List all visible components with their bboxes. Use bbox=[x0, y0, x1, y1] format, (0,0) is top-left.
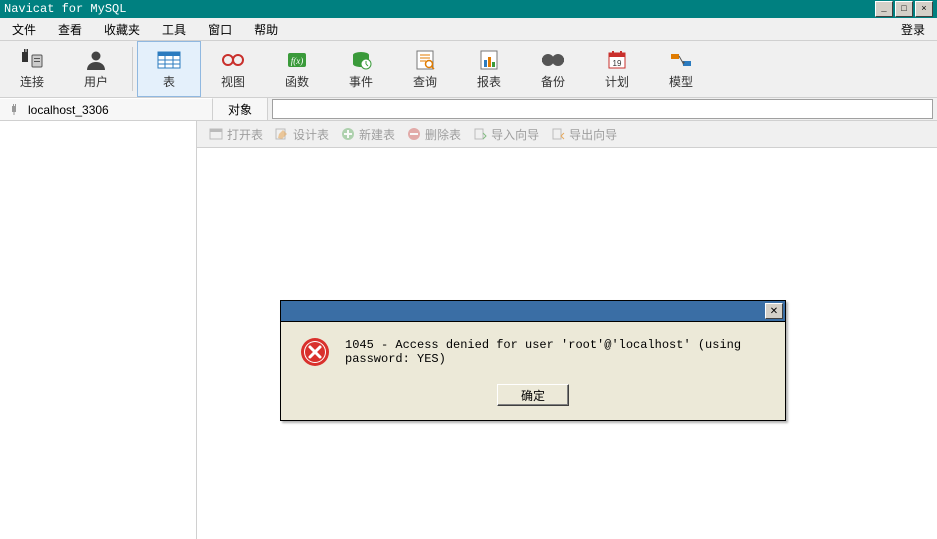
table-icon bbox=[155, 49, 183, 71]
tab-strip: localhost_3306 对象 bbox=[0, 98, 937, 121]
export-icon bbox=[551, 127, 565, 141]
maximize-button[interactable]: □ bbox=[895, 1, 913, 17]
new-table-button[interactable]: 新建表 bbox=[337, 124, 399, 145]
address-input[interactable] bbox=[272, 99, 933, 119]
design-icon bbox=[275, 127, 289, 141]
tool-table[interactable]: 表 bbox=[137, 41, 201, 97]
menu-tools[interactable]: 工具 bbox=[154, 19, 194, 40]
tool-backup[interactable]: 备份 bbox=[521, 41, 585, 97]
tool-backup-label: 备份 bbox=[541, 73, 565, 90]
tool-view[interactable]: 视图 bbox=[201, 41, 265, 97]
tool-table-label: 表 bbox=[163, 73, 175, 90]
svg-text:19: 19 bbox=[613, 59, 622, 68]
plug-icon bbox=[18, 49, 46, 71]
object-tab[interactable]: 对象 bbox=[213, 98, 268, 120]
tool-query-label: 查询 bbox=[413, 73, 437, 90]
dialog-close-button[interactable]: ✕ bbox=[765, 303, 783, 319]
svg-text:f(x): f(x) bbox=[291, 56, 304, 66]
open-icon bbox=[209, 127, 223, 141]
tool-function-label: 函数 bbox=[285, 73, 309, 90]
minimize-button[interactable]: _ bbox=[875, 1, 893, 17]
tool-event-label: 事件 bbox=[349, 73, 373, 90]
import-wizard-button[interactable]: 导入向导 bbox=[469, 124, 543, 145]
address-area bbox=[268, 98, 937, 120]
tool-report[interactable]: 报表 bbox=[457, 41, 521, 97]
tool-schedule[interactable]: 19 计划 bbox=[585, 41, 649, 97]
toolbar-separator bbox=[132, 47, 133, 91]
event-icon bbox=[347, 49, 375, 71]
delete-table-button[interactable]: 删除表 bbox=[403, 124, 465, 145]
error-dialog: ✕ 1045 - Access denied for user 'root'@'… bbox=[280, 300, 786, 421]
export-wizard-button[interactable]: 导出向导 bbox=[547, 124, 621, 145]
app-title: Navicat for MySQL bbox=[4, 0, 126, 18]
tool-view-label: 视图 bbox=[221, 73, 245, 90]
tool-schedule-label: 计划 bbox=[605, 73, 629, 90]
menu-favorites[interactable]: 收藏夹 bbox=[96, 19, 148, 40]
object-toolbar: 打开表 设计表 新建表 删除表 导入向导 导出向导 bbox=[197, 121, 937, 148]
connection-tab[interactable]: localhost_3306 bbox=[0, 98, 213, 120]
menu-view[interactable]: 查看 bbox=[50, 19, 90, 40]
menu-file[interactable]: 文件 bbox=[4, 19, 44, 40]
tool-user-label: 用户 bbox=[84, 73, 108, 90]
tool-connect-label: 连接 bbox=[20, 73, 44, 90]
tool-model[interactable]: 模型 bbox=[649, 41, 713, 97]
function-icon: f(x) bbox=[283, 49, 311, 71]
close-button[interactable]: × bbox=[915, 1, 933, 17]
tool-model-label: 模型 bbox=[669, 73, 693, 90]
user-icon bbox=[82, 49, 110, 71]
minus-icon bbox=[407, 127, 421, 141]
open-table-button[interactable]: 打开表 bbox=[205, 124, 267, 145]
dialog-title-bar[interactable]: ✕ bbox=[281, 301, 785, 322]
import-icon bbox=[473, 127, 487, 141]
tool-query[interactable]: 查询 bbox=[393, 41, 457, 97]
query-icon bbox=[411, 49, 439, 71]
design-table-button[interactable]: 设计表 bbox=[271, 124, 333, 145]
object-tab-label: 对象 bbox=[228, 101, 252, 118]
title-bar: Navicat for MySQL _ □ × bbox=[0, 0, 937, 18]
dialog-message: 1045 - Access denied for user 'root'@'lo… bbox=[345, 338, 767, 366]
tool-function[interactable]: f(x) 函数 bbox=[265, 41, 329, 97]
tool-event[interactable]: 事件 bbox=[329, 41, 393, 97]
backup-icon bbox=[539, 49, 567, 71]
tool-report-label: 报表 bbox=[477, 73, 501, 90]
model-icon bbox=[667, 49, 695, 71]
login-link[interactable]: 登录 bbox=[893, 19, 933, 40]
error-icon bbox=[299, 336, 331, 368]
menu-window[interactable]: 窗口 bbox=[200, 19, 240, 40]
dialog-ok-button[interactable]: 确定 bbox=[497, 384, 569, 406]
main-toolbar: 连接 用户 表 视图 f(x) 函数 事件 查询 报表 备份 19 计划 模型 bbox=[0, 41, 937, 98]
tool-connect[interactable]: 连接 bbox=[0, 41, 64, 97]
plus-icon bbox=[341, 127, 355, 141]
plug-small-icon bbox=[8, 103, 22, 117]
window-controls: _ □ × bbox=[873, 1, 933, 17]
schedule-icon: 19 bbox=[603, 49, 631, 71]
view-icon bbox=[219, 49, 247, 71]
connection-tree[interactable] bbox=[0, 121, 197, 539]
tool-user[interactable]: 用户 bbox=[64, 41, 128, 97]
report-icon bbox=[475, 49, 503, 71]
menu-help[interactable]: 帮助 bbox=[246, 19, 286, 40]
menu-bar: 文件 查看 收藏夹 工具 窗口 帮助 登录 bbox=[0, 18, 937, 41]
connection-tab-label: localhost_3306 bbox=[28, 103, 109, 117]
